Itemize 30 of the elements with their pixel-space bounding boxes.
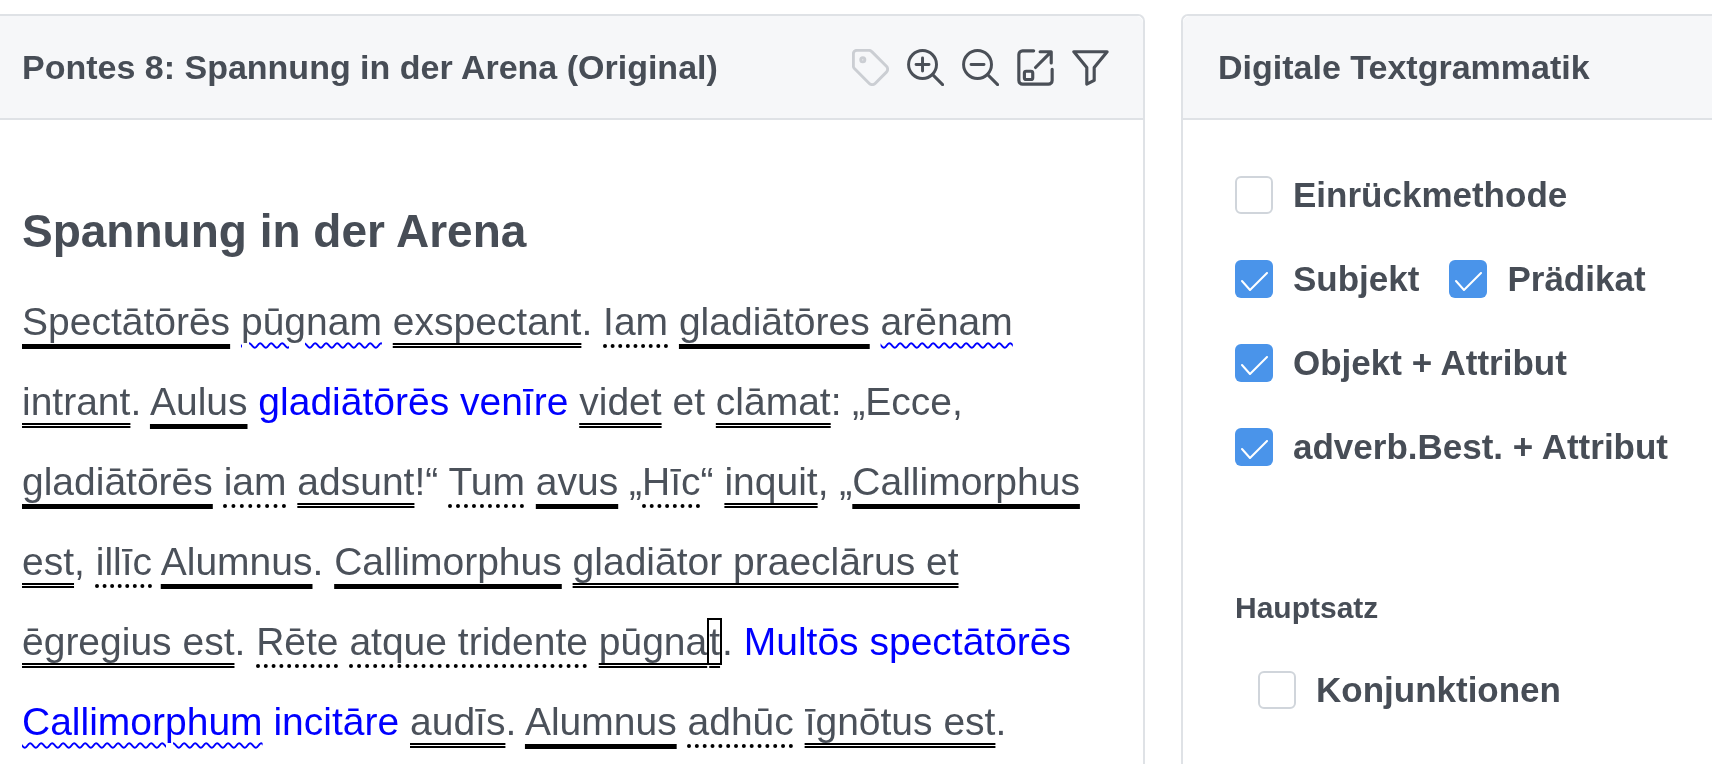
pop-out-button[interactable]: [1017, 48, 1054, 86]
zoom-out-button[interactable]: [962, 48, 999, 86]
option-label[interactable]: Prädikat: [1507, 252, 1646, 306]
checkbox[interactable]: [1449, 260, 1488, 298]
box-arrow-icon: [1017, 48, 1054, 86]
check-icon: [1454, 271, 1482, 291]
zoom-out-icon: [962, 48, 999, 86]
option-label[interactable]: Einrückmethode: [1293, 168, 1568, 222]
option-label[interactable]: Subjekt: [1293, 252, 1420, 306]
filter-button[interactable]: [1072, 48, 1109, 86]
option-label[interactable]: Objekt + Attribut: [1293, 336, 1567, 390]
check-icon: [1240, 439, 1268, 459]
article-heading: Spannung in der Arena: [22, 204, 527, 259]
checkbox[interactable]: [1235, 260, 1273, 298]
panel-title: Pontes 8: Spannung in der Arena (Original): [22, 46, 718, 88]
option-label[interactable]: adverb.Best. + Attribut: [1293, 420, 1669, 474]
checkbox[interactable]: [1258, 671, 1296, 709]
annotated-paragraph: Spectātōrēs pūgnam exspectant. Iam gladiātōres arēnam intrant. Aulus gladiātōrēs venīre videt et clāmat: „Ecce, gladiātōrēs iam adsunt!“ Tum avus „Hīc“ inquit, „Callimorphus est, illīc Alumnus. Callimorphus gladiātor praeclārus et ēgregius est. Rēte atque tridente pūgnat. Multōs spectātōrēs Callimorphum incitāre audīs. Alumnus adhūc īgnōtus est.: [22, 299, 1080, 745]
zoom-in-icon: [907, 48, 944, 86]
checkbox[interactable]: [1235, 428, 1273, 466]
check-icon: [1240, 271, 1268, 291]
checkbox[interactable]: [1235, 344, 1273, 382]
zoom-in-button[interactable]: [907, 48, 944, 86]
filter-icon: [1072, 48, 1109, 86]
check-icon: [1240, 355, 1268, 375]
tag-icon: [852, 48, 889, 86]
section-title: Hauptsatz: [1235, 589, 1379, 626]
option-label[interactable]: Konjunktionen: [1316, 663, 1561, 717]
panel-title: Digitale Textgrammatik: [1218, 46, 1590, 88]
checkbox[interactable]: [1235, 176, 1273, 214]
